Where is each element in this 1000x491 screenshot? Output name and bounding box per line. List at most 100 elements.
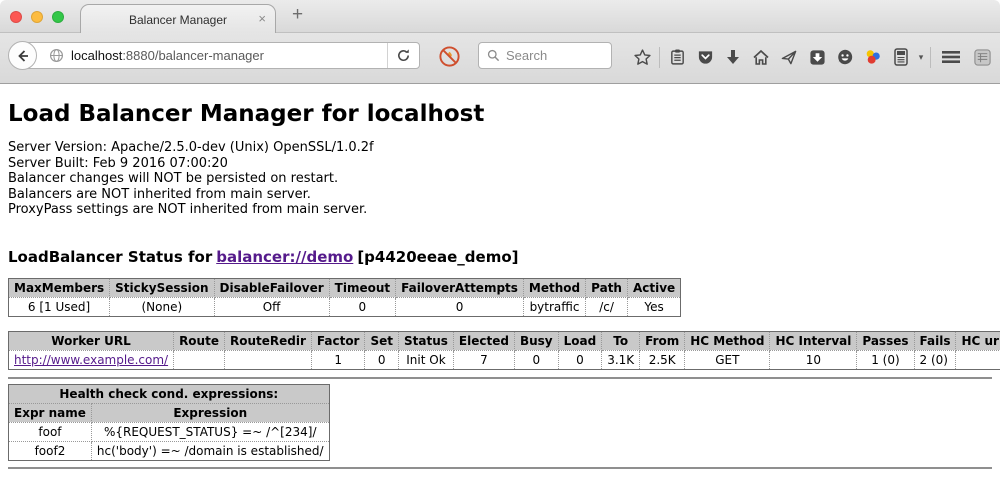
close-window-button[interactable] [10,11,22,23]
heading-suffix: [p4420eeae_demo] [357,248,518,266]
container-icon[interactable] [887,48,915,66]
workers-table: Worker URL Route RouteRedir Factor Set S… [8,331,1000,370]
extension-dots-icon[interactable] [859,48,887,66]
cell-worker-url: http://www.example.com/ [9,350,174,369]
table-header-row: Worker URL Route RouteRedir Factor Set S… [9,331,1000,350]
menu-hamburger-icon[interactable] [934,49,968,65]
tab-close-icon[interactable]: × [258,12,266,26]
cell-busy: 0 [514,350,558,369]
heading-prefix: LoadBalancer Status for [8,248,212,266]
table-header-row: Health check cond. expressions: [9,384,330,403]
bookmarks-menu-icon[interactable] [663,48,691,66]
minimize-window-button[interactable] [31,11,43,23]
server-built-line: Server Built: Feb 9 2016 07:00:20 [8,156,992,172]
cell-failoverattempts: 0 [396,297,524,316]
chat-smiley-icon[interactable] [831,48,859,66]
col-hc-uri: HC uri [956,331,1000,350]
table-row: foof2 hc('body') =~ /domain is establish… [9,441,330,460]
col-set: Set [365,331,399,350]
page-title: Load Balancer Manager for localhost [8,101,992,127]
zoom-window-button[interactable] [52,11,64,23]
health-check-table: Health check cond. expressions: Expr nam… [8,384,330,461]
cell-timeout: 0 [329,297,395,316]
cell-expr-name: foof2 [9,441,92,460]
site-identity-globe-icon[interactable] [49,48,64,63]
table-row: 6 [1 Used] (None) Off 0 0 bytraffic /c/ … [9,297,681,316]
cell-set: 0 [365,350,399,369]
inherit-note-line: Balancers are NOT inherited from main se… [8,187,992,203]
back-button[interactable] [8,41,37,70]
col-routeredir: RouteRedir [224,331,311,350]
notes-grid-icon[interactable] [968,48,996,67]
bookmark-star-icon[interactable] [628,48,656,67]
col-to: To [602,331,640,350]
navigation-toolbar: localhost:8880/balancer-manager Search [0,33,1000,84]
col-load: Load [558,331,602,350]
col-stickysession: StickySession [110,278,214,297]
page-content: Load Balancer Manager for localhost Serv… [0,101,1000,469]
window-controls [10,11,64,23]
toolbar-icons: ▾ [628,39,996,75]
table-header-row: Expr name Expression [9,403,330,422]
col-failoverattempts: FailoverAttempts [396,278,524,297]
cell-routeredir [224,350,311,369]
tab-balancer-manager[interactable]: Balancer Manager × [80,4,276,34]
worker-url-link[interactable]: http://www.example.com/ [14,353,168,367]
balancer-params-table: MaxMembers StickySession DisableFailover… [8,278,681,317]
video-download-helper-icon[interactable] [803,49,831,66]
cell-hc-uri [956,350,1000,369]
col-timeout: Timeout [329,278,395,297]
cell-maxmembers: 6 [1 Used] [9,297,110,316]
search-icon [487,49,500,62]
container-dropdown-icon[interactable]: ▾ [915,52,927,63]
cell-route [174,350,225,369]
col-busy: Busy [514,331,558,350]
cell-from: 2.5K [640,350,685,369]
col-expr-name: Expr name [9,403,92,422]
table-header-row: MaxMembers StickySession DisableFailover… [9,278,681,297]
cell-hc-method: GET [685,350,770,369]
plugin-blocked-icon[interactable] [438,45,461,68]
url-bar[interactable]: localhost:8880/balancer-manager [22,42,420,69]
col-route: Route [174,331,225,350]
home-icon[interactable] [747,49,775,66]
balancer-demo-link[interactable]: balancer://demo [216,248,353,266]
cell-expression: hc('body') =~ /domain is established/ [91,441,329,460]
col-maxmembers: MaxMembers [9,278,110,297]
cell-path: /c/ [586,297,628,316]
reload-icon [396,48,411,63]
cell-active: Yes [627,297,680,316]
new-tab-button[interactable]: + [292,4,303,26]
url-text[interactable]: localhost:8880/balancer-manager [71,48,387,63]
persist-note-line: Balancer changes will NOT be persisted o… [8,171,992,187]
toolbar-separator [930,47,931,68]
cell-hc-interval: 10 [770,350,857,369]
cell-method: bytraffic [523,297,585,316]
pocket-icon[interactable] [691,49,719,66]
health-table-title: Health check cond. expressions: [9,384,330,403]
cell-passes: 1 (0) [857,350,914,369]
col-hc-method: HC Method [685,331,770,350]
col-worker-url: Worker URL [9,331,174,350]
cell-expr-name: foof [9,422,92,441]
url-path: :8880/balancer-manager [122,48,264,63]
toolbar-separator [659,47,660,68]
col-passes: Passes [857,331,914,350]
col-hc-interval: HC Interval [770,331,857,350]
col-factor: Factor [311,331,365,350]
reload-button[interactable] [387,43,419,68]
back-arrow-icon [15,48,31,64]
search-bar[interactable]: Search [478,42,612,69]
cell-expression: %{REQUEST_STATUS} =~ /^[234]/ [91,422,329,441]
send-page-icon[interactable] [775,49,803,66]
cell-factor: 1 [311,350,365,369]
cell-stickysession: (None) [110,297,214,316]
table-row: foof %{REQUEST_STATUS} =~ /^[234]/ [9,422,330,441]
url-host: localhost [71,48,122,63]
col-disablefailover: DisableFailover [214,278,329,297]
downloads-icon[interactable] [719,49,747,66]
cell-to: 3.1K [602,350,640,369]
col-from: From [640,331,685,350]
server-version-line: Server Version: Apache/2.5.0-dev (Unix) … [8,140,992,156]
browser-window: Balancer Manager × + localhost:8880/bala… [0,0,1000,491]
